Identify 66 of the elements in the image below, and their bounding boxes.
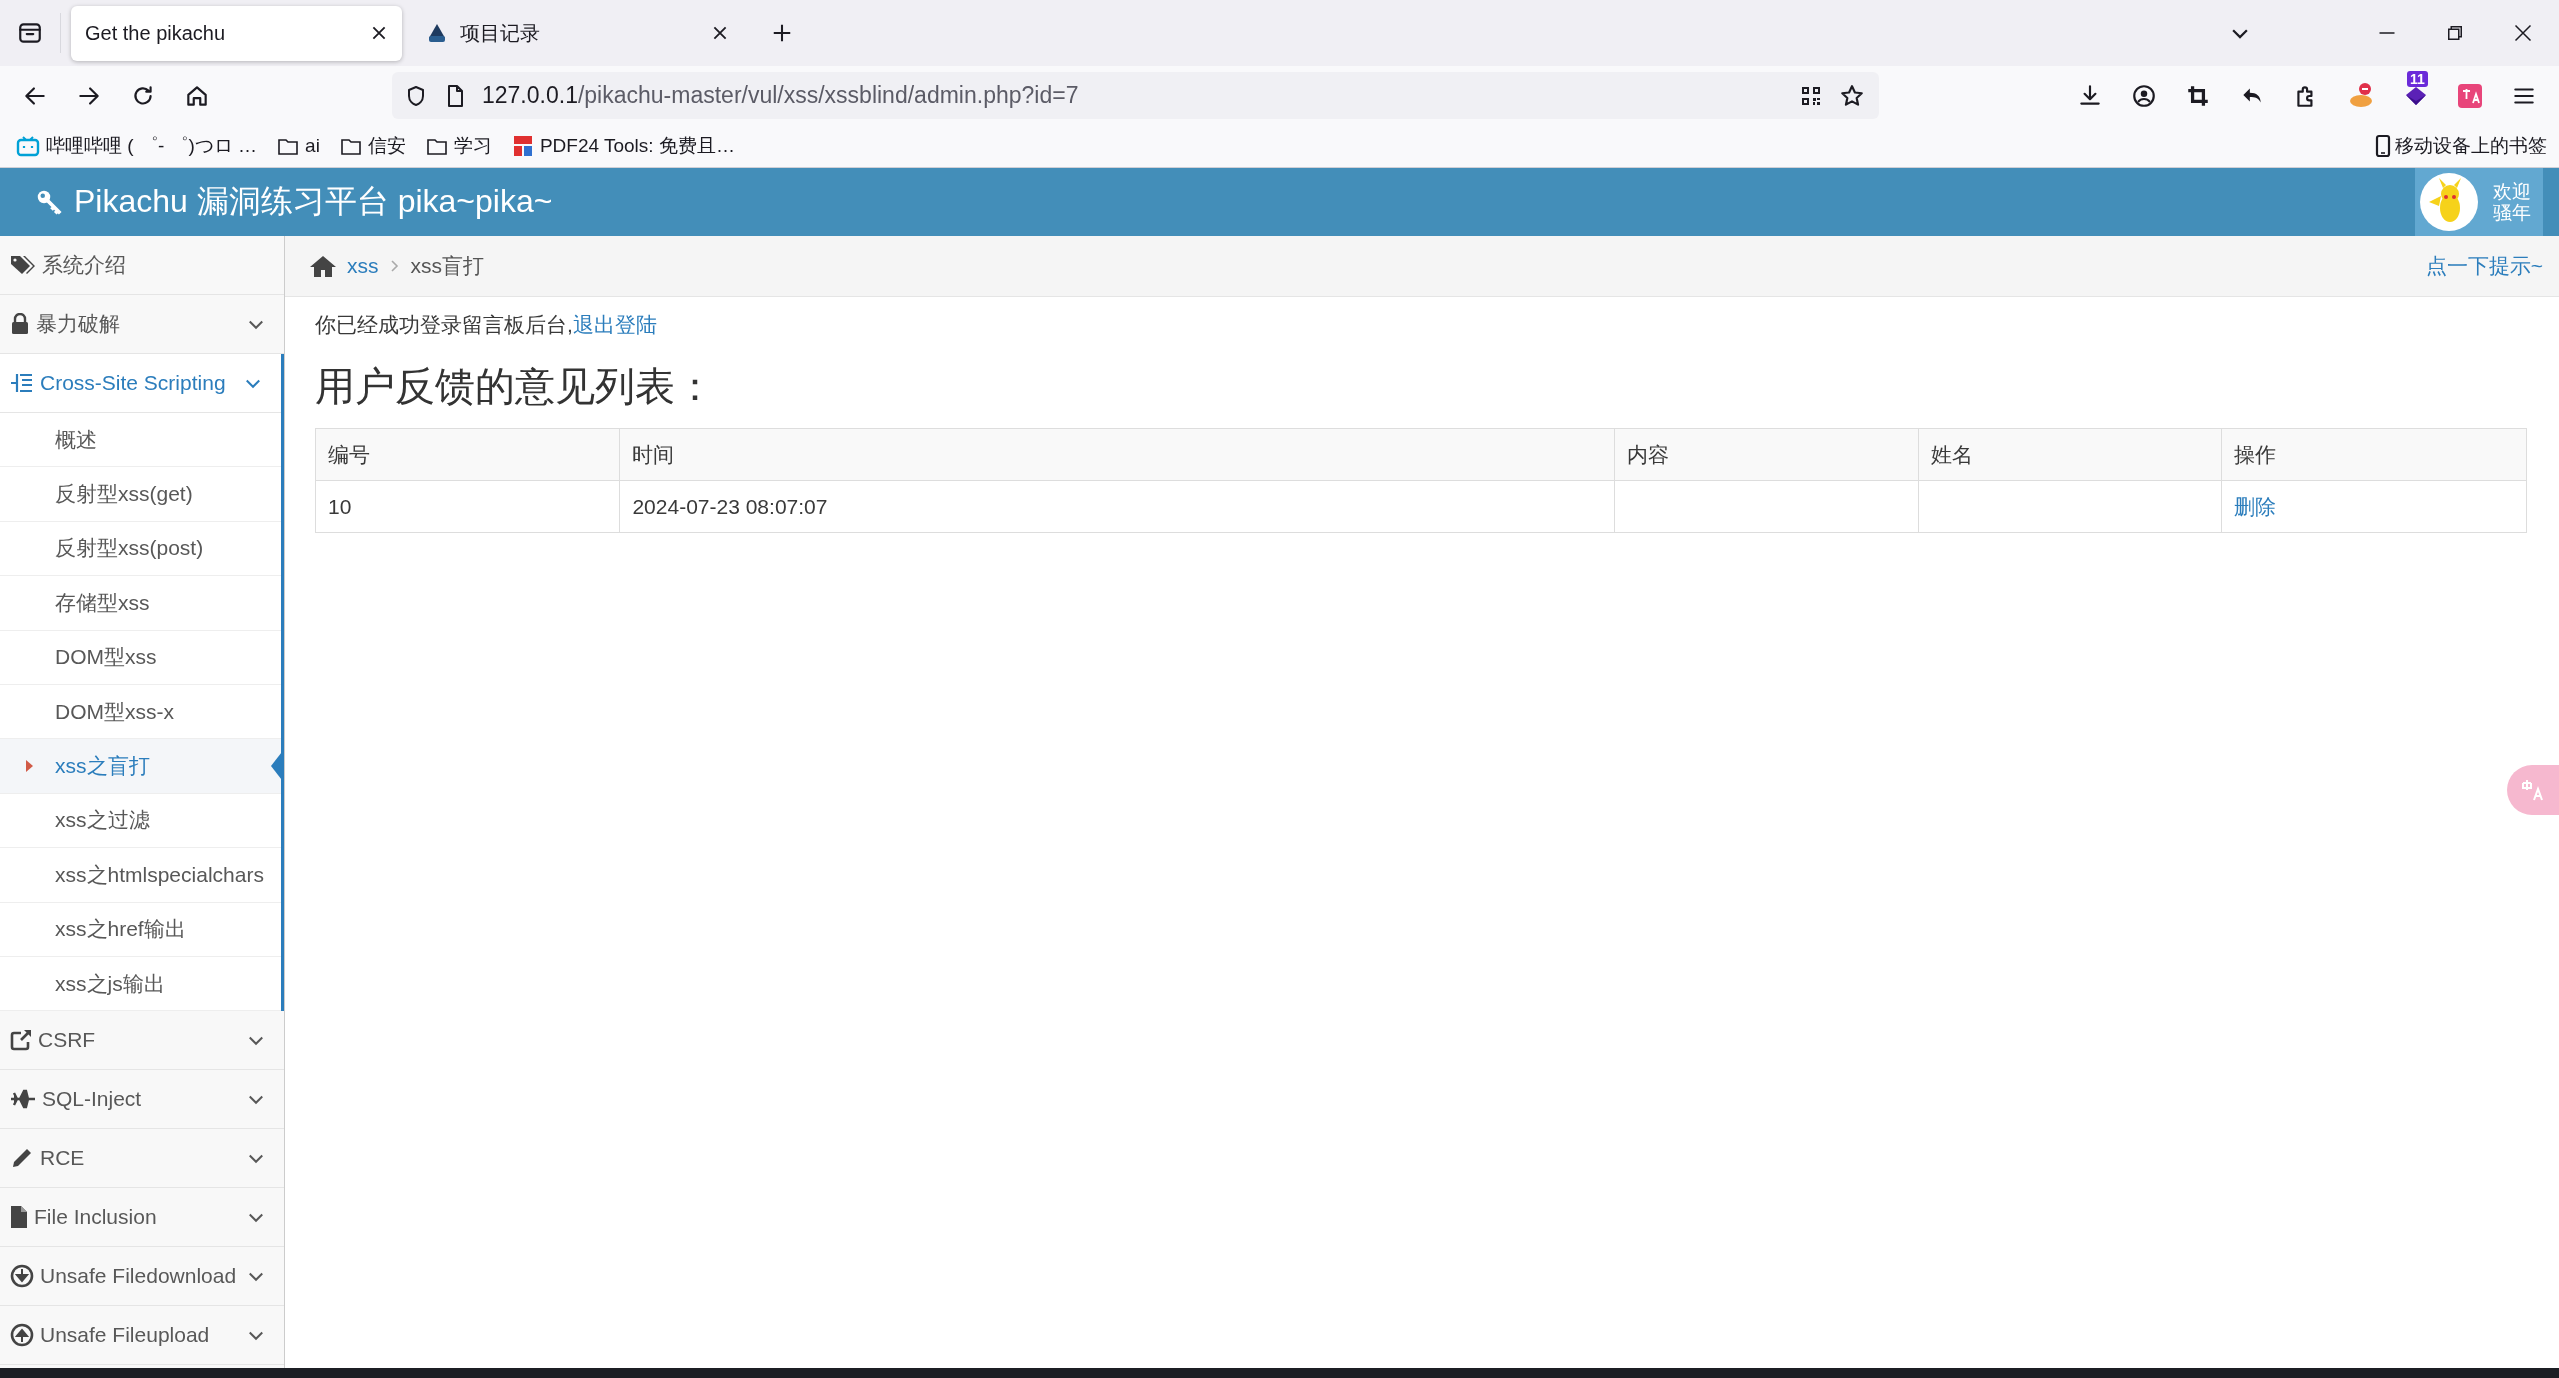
- delete-link[interactable]: 删除: [2233, 492, 2276, 521]
- notification-badge: 11: [2407, 70, 2428, 87]
- restore-icon[interactable]: [2445, 23, 2465, 43]
- list-icon: [10, 372, 34, 394]
- table-header-cell: 姓名: [1919, 429, 2222, 481]
- folder-icon: [277, 136, 300, 156]
- tags-icon: [10, 254, 36, 276]
- caret-icon: [24, 758, 34, 775]
- bookmark[interactable]: 移动设备上的书签: [2375, 133, 2547, 159]
- table-cell: 10: [316, 481, 621, 533]
- sidebar-subitem[interactable]: 反射型xss(get): [0, 467, 281, 522]
- logout-link[interactable]: 退出登陆: [572, 313, 657, 336]
- tab-list-icon[interactable]: [17, 20, 43, 46]
- hint-link[interactable]: 点一下提示~: [2425, 252, 2543, 280]
- browser-tab[interactable]: 项目记录: [412, 5, 743, 61]
- account-icon[interactable]: [2131, 82, 2157, 109]
- breadcrumb-link[interactable]: xss: [347, 254, 379, 278]
- new-tab-icon[interactable]: [771, 22, 793, 44]
- phone-icon: [2375, 134, 2391, 158]
- sidebar-subitem[interactable]: DOM型xss: [0, 630, 281, 685]
- bookmark[interactable]: 哔哩哔哩 ( ゜- ゜)つロ …: [16, 133, 258, 159]
- folder-icon: [425, 136, 448, 156]
- bookmark[interactable]: PDF24 Tools: 免费且…: [511, 133, 735, 159]
- breadcrumb-current: xss盲打: [410, 253, 484, 279]
- table-cell: 2024-07-23 08:07:07: [620, 481, 1615, 533]
- site-favicon-icon: [426, 22, 448, 44]
- close-tab-icon[interactable]: [370, 24, 388, 42]
- tv-icon: [16, 135, 40, 157]
- translate-icon: [2520, 777, 2546, 803]
- sidebar-subitem[interactable]: xss之过滤: [0, 793, 281, 849]
- sidebar-subitem[interactable]: 概述: [0, 413, 281, 468]
- table-header-cell: 时间: [620, 429, 1615, 481]
- plane-icon: [10, 1089, 36, 1110]
- table-header-cell: 编号: [316, 429, 621, 481]
- folder-icon: [339, 136, 362, 156]
- lock-icon: [10, 313, 30, 335]
- upload-icon: [10, 1323, 34, 1348]
- bookmark[interactable]: 信安: [339, 133, 406, 159]
- page-heading: 用户反馈的意见列表：: [315, 363, 716, 410]
- table-header-cell: 内容: [1614, 429, 1920, 481]
- bookmark-star-icon[interactable]: [1839, 82, 1865, 109]
- close-window-icon[interactable]: [2513, 23, 2533, 43]
- file-icon: [10, 1205, 28, 1230]
- table-header-cell: 操作: [2221, 429, 2527, 481]
- sidebar-subitem[interactable]: 反射型xss(post): [0, 521, 281, 577]
- mascot-avatar: [2419, 172, 2479, 232]
- home-icon[interactable]: [309, 254, 337, 278]
- address-bar[interactable]: 127.0.0.1/pikachu-master/vul/xss/xssblind/admin.php?id=7: [392, 72, 1879, 119]
- login-notice: 你已经成功登录留言板后台,退出登陆: [315, 312, 658, 338]
- sidebar-subitem[interactable]: xss之盲打: [0, 739, 281, 794]
- sidebar-subitem[interactable]: xss之htmlspecialchars: [0, 848, 281, 903]
- sidebar-subitem[interactable]: xss之href输出: [0, 902, 281, 957]
- bookmark[interactable]: ai: [277, 135, 320, 157]
- sidebar-subitem[interactable]: DOM型xss-x: [0, 684, 281, 740]
- sidebar-subitem[interactable]: 存储型xss: [0, 576, 281, 631]
- bookmark[interactable]: 学习: [425, 133, 492, 159]
- site-title: Pikachu 漏洞练习平台 pika~pika~: [74, 182, 553, 221]
- share-icon: [10, 1029, 32, 1052]
- sidebar-subitem[interactable]: xss之js输出: [0, 956, 281, 1012]
- browser-tab[interactable]: Get the pikachu: [71, 5, 402, 61]
- welcome-text: 欢迎 骚年: [2493, 181, 2531, 223]
- translate-icon[interactable]: [2457, 82, 2483, 109]
- close-tab-icon[interactable]: [711, 24, 729, 42]
- pdf-icon: [511, 134, 534, 158]
- download-icon: [10, 1264, 34, 1289]
- breadcrumb-chevron-icon: [388, 258, 401, 274]
